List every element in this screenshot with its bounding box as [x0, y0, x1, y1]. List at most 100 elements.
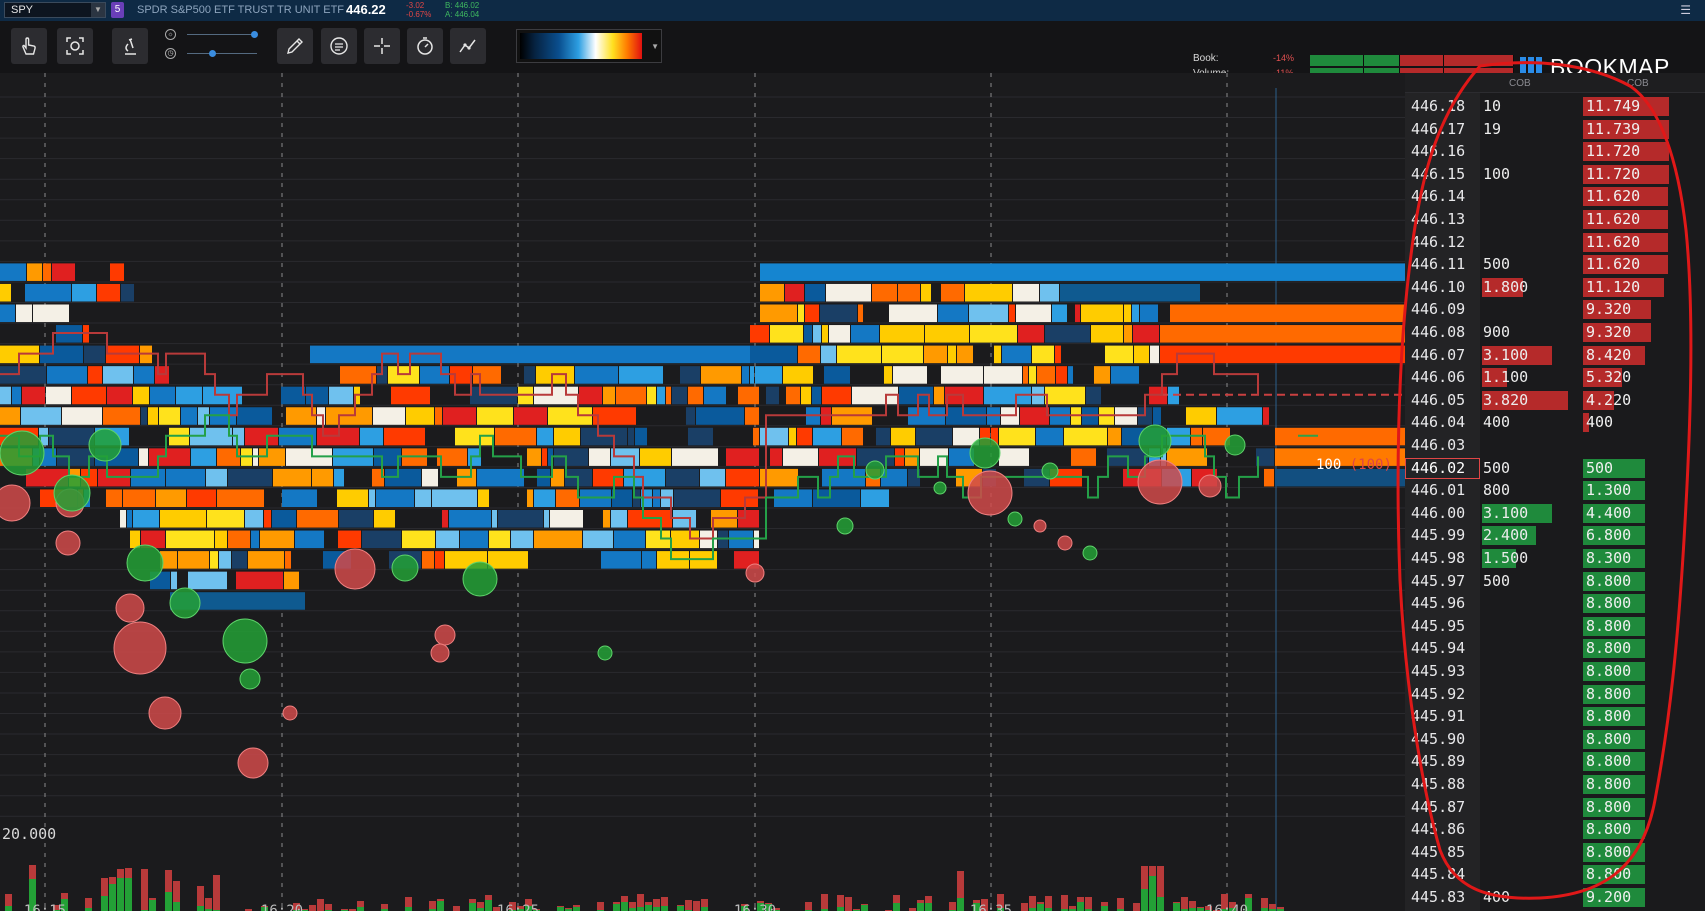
liquidity-cell [1186, 407, 1216, 425]
liquidity-cell [156, 489, 186, 507]
liquidity-cell [1111, 366, 1139, 384]
liquidity-cell [798, 304, 804, 323]
buy-trade-bubble [1041, 462, 1059, 480]
contrast-slider[interactable]: ◷ [165, 48, 261, 60]
pencil-tool-button[interactable] [277, 28, 313, 64]
liquidity-cell [1037, 366, 1055, 384]
chat-icon [330, 37, 348, 55]
sell-volume-bar [357, 901, 364, 907]
slider-thumb[interactable] [250, 31, 258, 38]
liquidity-cell [674, 489, 720, 507]
focus-tool-button[interactable] [57, 28, 93, 64]
sell-volume-bar [1157, 866, 1164, 897]
liquidity-cell [150, 386, 175, 405]
liquidity-cell [0, 386, 11, 405]
liquidity-cell [149, 448, 190, 466]
buy-volume-bar [101, 896, 108, 911]
buy-volume-bar [149, 900, 156, 911]
hand-tool-button[interactable] [11, 28, 47, 64]
slider-thumb[interactable] [208, 50, 216, 57]
link-group-badge[interactable]: 5 [111, 2, 124, 18]
sell-trade-bubble [334, 548, 376, 590]
heatmap-palette-select[interactable]: ▼ [516, 29, 662, 63]
liquidity-cell [742, 366, 749, 384]
liquidity-cell [1045, 386, 1085, 405]
palette-gradient [520, 33, 642, 59]
sell-volume-bar [405, 897, 412, 907]
liquidity-cell [882, 345, 923, 364]
liquidity-cell [1056, 366, 1067, 384]
sell-volume-bar [637, 894, 644, 907]
brightness-slider[interactable]: ☼ [165, 29, 261, 41]
buy-volume-bar [653, 907, 660, 911]
liquidity-cell [62, 407, 102, 425]
chat-tool-button[interactable] [321, 28, 357, 64]
liquidity-cell [228, 530, 250, 549]
liquidity-cell [994, 345, 1001, 364]
liquidity-cell [402, 530, 435, 549]
heatmap-chart[interactable]: 16:15 16:20 16:25 16:30 16:35 16:40 100 (100)… [0, 73, 1405, 911]
buy-volume-bar [837, 907, 844, 911]
sell-volume-bar [1021, 903, 1028, 911]
change-pct: -0.67% [406, 10, 432, 19]
liquidity-cell [1016, 304, 1051, 323]
liquidity-cell [726, 468, 759, 487]
liquidity-cell [248, 551, 284, 569]
sell-volume-bar [853, 909, 860, 910]
liquidity-cell [245, 510, 263, 528]
liquidity-cell [797, 427, 812, 446]
symbol-select[interactable]: SPY ▼ [4, 2, 106, 18]
liquidity-cell [750, 366, 754, 384]
liquidity-cell [166, 530, 214, 549]
microscope-tool-button[interactable] [112, 28, 148, 64]
liquidity-cell [813, 325, 821, 343]
sell-volume-bar [381, 904, 388, 909]
stopwatch-tool-button[interactable] [407, 28, 443, 64]
liquidity-cell [805, 304, 819, 323]
liquidity-cell [1153, 407, 1161, 425]
liquidity-cell [362, 530, 401, 549]
hand-drawn-annotation [1396, 61, 1693, 900]
liquidity-cell [210, 551, 218, 569]
liquidity-cell [376, 489, 414, 507]
liquidity-cell [755, 366, 782, 384]
hamburger-icon[interactable]: ☰ [1680, 3, 1691, 17]
liquidity-cell [391, 386, 430, 405]
liquidity-cell [861, 489, 889, 507]
sell-volume-bar [173, 881, 180, 902]
liquidity-cell [187, 489, 216, 507]
chevron-down-icon[interactable]: ▼ [651, 42, 659, 51]
liquidity-cell [738, 386, 759, 405]
liquidity-cell [295, 530, 324, 549]
heatmap-canvas[interactable]: 16:15 16:20 16:25 16:30 16:35 16:40 [0, 73, 1405, 911]
liquidity-cell [1094, 366, 1110, 384]
sell-volume-bar [925, 896, 932, 903]
liquidity-cell [635, 427, 647, 446]
sell-volume-bar [861, 904, 868, 905]
sell-volume-bar [309, 905, 316, 911]
liquidity-cell [1013, 283, 1039, 302]
sell-volume-bar [845, 897, 852, 911]
buy-volume-bar [893, 903, 900, 911]
liquidity-cell [921, 283, 931, 302]
liquidity-cell [701, 366, 741, 384]
sell-volume-bar [5, 894, 12, 906]
buy-trade-bubble [391, 554, 419, 582]
indicator-tool-button[interactable] [450, 28, 486, 64]
indicator-icon [459, 39, 476, 53]
buy-trade-bubble [865, 460, 885, 480]
chevron-down-icon[interactable]: ▼ [91, 3, 105, 17]
liquidity-cell [171, 571, 177, 590]
liquidity-cell [941, 283, 964, 302]
book-pct: -14% [1273, 53, 1295, 63]
liquidity-cell [550, 510, 583, 528]
liquidity-cell [106, 489, 122, 507]
liquidity-cell [432, 489, 477, 507]
liquidity-cell [753, 427, 759, 446]
liquidity-cell [813, 427, 841, 446]
liquidity-cell [999, 427, 1035, 446]
liquidity-cell [1040, 283, 1059, 302]
liquidity-cell [925, 325, 969, 343]
crosshair-tool-button[interactable] [364, 28, 400, 64]
liquidity-cell [1045, 325, 1090, 343]
